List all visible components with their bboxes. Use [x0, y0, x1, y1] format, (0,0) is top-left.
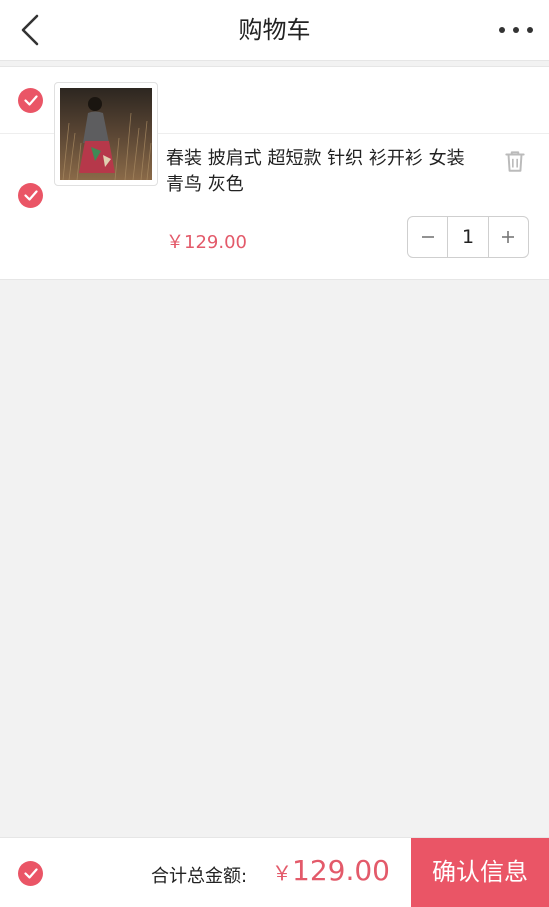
quantity-value[interactable]: 1 — [447, 217, 489, 257]
product-image — [60, 88, 152, 181]
product-price: ￥129.00 — [166, 232, 247, 253]
more-dots-icon — [499, 27, 533, 33]
item-select-checkbox[interactable] — [18, 183, 43, 208]
plus-icon — [502, 231, 515, 243]
page-title: 购物车 — [238, 16, 311, 44]
total-label: 合计总金额: — [151, 866, 248, 887]
currency-symbol: ￥ — [272, 861, 292, 885]
minus-icon — [421, 236, 434, 238]
store-select-checkbox[interactable] — [18, 88, 43, 113]
top-nav-bar: 购物车 — [0, 0, 549, 61]
checkout-bar: 合计总金额: ￥129.00 确认信息 — [0, 837, 549, 907]
more-button[interactable] — [497, 18, 535, 42]
decrease-button[interactable] — [408, 217, 447, 257]
total-value: 129.00 — [292, 854, 390, 887]
increase-button[interactable] — [489, 217, 528, 257]
confirm-button[interactable]: 确认信息 — [411, 838, 549, 907]
product-thumbnail[interactable] — [54, 82, 158, 186]
check-icon — [23, 190, 38, 201]
total-amount: ￥129.00 — [272, 854, 390, 887]
check-icon — [23, 95, 38, 106]
check-icon — [23, 868, 38, 879]
product-title[interactable]: 春装 披肩式 超短款 针织 衫开衫 女装 青鸟 灰色 — [166, 146, 481, 198]
quantity-stepper: 1 — [407, 216, 529, 258]
trash-icon[interactable] — [502, 148, 528, 174]
select-all-checkbox[interactable] — [18, 861, 43, 886]
